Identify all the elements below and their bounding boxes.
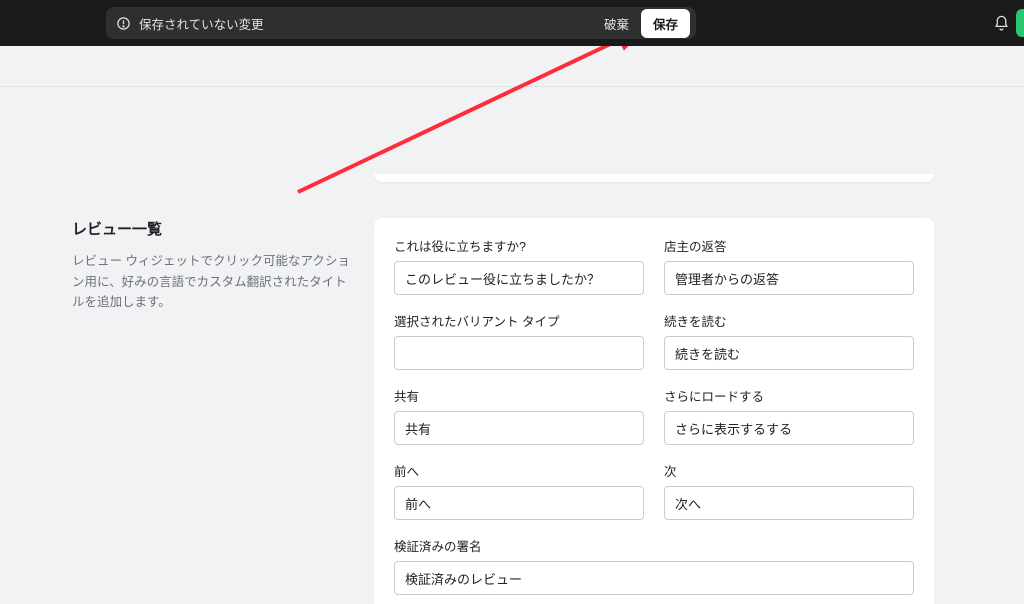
verified-signature-input[interactable] xyxy=(394,561,914,595)
load-more-input[interactable] xyxy=(664,411,914,445)
bell-icon[interactable] xyxy=(993,15,1010,32)
next-input[interactable] xyxy=(664,486,914,520)
discard-button[interactable]: 破棄 xyxy=(594,9,639,38)
section-review-list: レビュー一覧 レビュー ウィジェットでクリック可能なアクション用に、好みの言語で… xyxy=(72,218,934,604)
field-load-more: さらにロードする xyxy=(664,386,914,445)
owner-reply-input[interactable] xyxy=(664,261,914,295)
helpful-input[interactable] xyxy=(394,261,644,295)
topbar-right xyxy=(993,15,1010,32)
prev-input[interactable] xyxy=(394,486,644,520)
field-helpful: これは役に立ちますか? xyxy=(394,236,644,295)
field-label: 検証済みの署名 xyxy=(394,536,914,555)
field-label: さらにロードする xyxy=(664,386,914,405)
unsaved-message: 保存されていない変更 xyxy=(139,14,594,33)
field-label: 続きを読む xyxy=(664,311,914,330)
alert-icon xyxy=(116,16,131,31)
field-label: これは役に立ちますか? xyxy=(394,236,644,255)
section-side: レビュー一覧 レビュー ウィジェットでクリック可能なアクション用に、好みの言語で… xyxy=(72,218,354,604)
share-input[interactable] xyxy=(394,411,644,445)
field-next: 次 xyxy=(664,461,914,520)
read-more-input[interactable] xyxy=(664,336,914,370)
field-verified-signature: 検証済みの署名 xyxy=(394,536,914,595)
field-label: 前へ xyxy=(394,461,644,480)
field-label: 共有 xyxy=(394,386,644,405)
previous-card-edge xyxy=(374,174,934,182)
avatar[interactable] xyxy=(1016,9,1024,37)
unsaved-changes-bar: 保存されていない変更 破棄 保存 xyxy=(106,7,696,39)
page-body: レビュー一覧 レビュー ウィジェットでクリック可能なアクション用に、好みの言語で… xyxy=(0,46,1024,604)
review-list-card: これは役に立ちますか? 店主の返答 選択されたバリアント タイプ 続きを読む 共… xyxy=(374,218,934,604)
save-button[interactable]: 保存 xyxy=(641,9,690,38)
field-label: 次 xyxy=(664,461,914,480)
variant-type-input[interactable] xyxy=(394,336,644,370)
section-description: レビュー ウィジェットでクリック可能なアクション用に、好みの言語でカスタム翻訳さ… xyxy=(72,251,354,313)
field-read-more: 続きを読む xyxy=(664,311,914,370)
field-prev: 前へ xyxy=(394,461,644,520)
field-variant-type: 選択されたバリアント タイプ xyxy=(394,311,644,370)
section-title: レビュー一覧 xyxy=(72,218,354,239)
divider xyxy=(0,86,1024,87)
field-share: 共有 xyxy=(394,386,644,445)
field-owner-reply: 店主の返答 xyxy=(664,236,914,295)
top-bar: 保存されていない変更 破棄 保存 xyxy=(0,0,1024,46)
field-label: 店主の返答 xyxy=(664,236,914,255)
field-label: 選択されたバリアント タイプ xyxy=(394,311,644,330)
